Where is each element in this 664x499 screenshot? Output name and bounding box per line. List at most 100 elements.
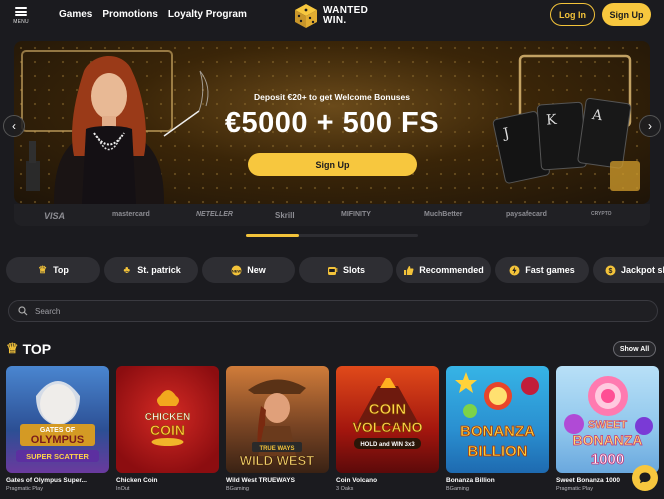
payment-logo: MIFINITY <box>341 211 371 218</box>
payment-logo: mastercard <box>112 211 150 218</box>
signup-button[interactable]: Sign Up <box>602 3 651 26</box>
header: MENU Games Promotions Loyalty Program WA… <box>0 0 664 32</box>
lightning-icon <box>509 265 520 276</box>
svg-text:OLYMPUS: OLYMPUS <box>31 434 84 446</box>
payment-logo: paysafecard <box>506 211 547 218</box>
game-art: CHICKEN COIN <box>144 390 191 446</box>
svg-text:COIN: COIN <box>369 401 407 418</box>
game-title: Bonanza Billion <box>446 477 495 484</box>
menu-label: MENU <box>13 19 29 25</box>
promo-banner[interactable]: J K A Deposit €20+ to get Welcome Bonuse… <box>14 41 650 204</box>
svg-text:TRUE WAYS: TRUE WAYS <box>259 446 294 452</box>
game-card[interactable]: GATES OF OLYMPUS SUPER SCATTER Gates of … <box>6 366 109 492</box>
game-thumbnail[interactable]: GATES OF OLYMPUS SUPER SCATTER <box>6 366 109 473</box>
game-thumbnail[interactable]: COIN VOLCANO HOLD and WIN 3x3 <box>336 366 439 473</box>
login-button[interactable]: Log In <box>550 3 595 26</box>
category-label: Slots <box>342 265 365 275</box>
category-label: Top <box>53 265 69 275</box>
svg-text:BONANZA: BONANZA <box>460 423 535 440</box>
game-art: TRUE WAYS WILD WEST <box>240 379 315 468</box>
game-title: Coin Volcano <box>336 477 378 484</box>
payment-logo: Skrill <box>275 211 295 220</box>
svg-text:BONANZA: BONANZA <box>573 432 643 448</box>
category-label: St. patrick <box>137 265 181 275</box>
game-art: COIN VOLCANO HOLD and WIN 3x3 <box>352 378 423 449</box>
game-card[interactable]: CHICKEN COIN Chicken Coin InOut <box>116 366 219 492</box>
game-thumbnail[interactable]: BONANZA BILLION <box>446 366 549 473</box>
section-title: TOP <box>22 340 52 357</box>
section-header-top: ♕ TOP <box>6 340 51 357</box>
game-thumbnail[interactable]: SWEET BONANZA 1000 <box>556 366 659 473</box>
banner-signup-button[interactable]: Sign Up <box>248 153 417 176</box>
chevron-left-icon: ‹ <box>12 119 16 133</box>
svg-text:BILLION: BILLION <box>468 443 528 460</box>
svg-text:SUPER SCATTER: SUPER SCATTER <box>26 452 89 461</box>
nav-loyalty-program[interactable]: Loyalty Program <box>168 9 247 20</box>
jackpot-icon: $ <box>605 265 616 276</box>
show-all-button[interactable]: Show All <box>613 341 656 357</box>
game-art: BONANZA BILLION <box>455 372 539 460</box>
svg-text:SWEET: SWEET <box>588 419 627 431</box>
svg-text:VOLCANO: VOLCANO <box>353 419 423 435</box>
payment-logo: NETELLER <box>196 211 233 218</box>
svg-text:COIN: COIN <box>150 422 185 438</box>
nav-games[interactable]: Games <box>59 9 92 20</box>
payment-logo: MuchBetter <box>424 211 463 218</box>
game-card[interactable]: TRUE WAYS WILD WEST Wild West TRUEWAYS B… <box>226 366 329 492</box>
game-provider: BGaming <box>226 486 249 492</box>
game-provider: Pragmatic Play <box>6 486 43 492</box>
category-label: New <box>247 265 266 275</box>
chat-bubble-icon <box>639 472 651 484</box>
menu-button[interactable]: MENU <box>10 6 32 28</box>
game-thumbnail[interactable]: CHICKEN COIN <box>116 366 219 473</box>
category-st-patrick[interactable]: ♣ St. patrick <box>104 257 198 283</box>
search-input[interactable] <box>35 306 615 316</box>
search-icon <box>18 306 28 316</box>
dice-logo-icon <box>295 4 317 28</box>
game-thumbnail[interactable]: TRUE WAYS WILD WEST <box>226 366 329 473</box>
crown-icon: ♕ <box>6 340 19 356</box>
svg-text:1000: 1000 <box>591 451 624 468</box>
game-art: SWEET BONANZA 1000 <box>564 376 653 468</box>
banner-prev-button[interactable]: ‹ <box>3 115 25 137</box>
crown-icon: ♕ <box>38 264 48 276</box>
category-fast-games[interactable]: Fast games <box>495 257 589 283</box>
chevron-right-icon: › <box>648 119 652 133</box>
svg-text:NEW: NEW <box>232 268 242 273</box>
game-card[interactable]: COIN VOLCANO HOLD and WIN 3x3 Coin Volca… <box>336 366 439 492</box>
brand-logo[interactable]: WANTED WIN. <box>293 2 373 30</box>
slider-thumb[interactable] <box>246 234 299 237</box>
category-new[interactable]: NEW New <box>202 257 295 283</box>
category-label: Fast games <box>525 265 575 275</box>
logo-text: WANTED WIN. <box>323 6 368 26</box>
svg-text:WILD WEST: WILD WEST <box>240 453 314 468</box>
clover-icon: ♣ <box>123 264 131 276</box>
category-jackpot-slots[interactable]: $ Jackpot slots <box>593 257 664 283</box>
svg-text:$: $ <box>609 268 613 275</box>
category-slots[interactable]: Slots <box>299 257 393 283</box>
banner-headline: €5000 + 500 FS <box>224 107 440 139</box>
slot-machine-icon <box>327 265 338 276</box>
game-provider: 3 Oaks <box>336 486 354 492</box>
category-top[interactable]: ♕ Top <box>6 257 100 283</box>
game-title: Gates of Olympus Super... <box>6 477 87 484</box>
payment-methods-strip: VISA mastercard NETELLER Skrill MIFINITY… <box>14 204 650 226</box>
banner-subtitle: Deposit €20+ to get Welcome Bonuses <box>254 92 410 102</box>
category-label: Jackpot slots <box>621 265 664 275</box>
svg-text:GATES OF: GATES OF <box>40 427 76 434</box>
game-card[interactable]: BONANZA BILLION Bonanza Billion BGaming <box>446 366 549 492</box>
payment-logo: CRYPTO <box>591 211 612 217</box>
new-badge-icon: NEW <box>231 265 242 276</box>
game-provider: BGaming <box>446 486 469 492</box>
live-chat-button[interactable] <box>632 465 658 491</box>
banner-next-button[interactable]: › <box>639 115 661 137</box>
search-bar[interactable] <box>8 300 658 322</box>
nav-promotions[interactable]: Promotions <box>102 9 158 20</box>
thumbs-up-icon <box>403 265 414 276</box>
main-nav: Games Promotions Loyalty Program <box>59 9 247 20</box>
game-title: Wild West TRUEWAYS <box>226 477 295 484</box>
category-recommended[interactable]: Recommended <box>396 257 491 283</box>
category-label: Recommended <box>419 265 484 275</box>
game-provider: InOut <box>116 486 130 492</box>
logo-line-2: WIN. <box>323 15 347 26</box>
